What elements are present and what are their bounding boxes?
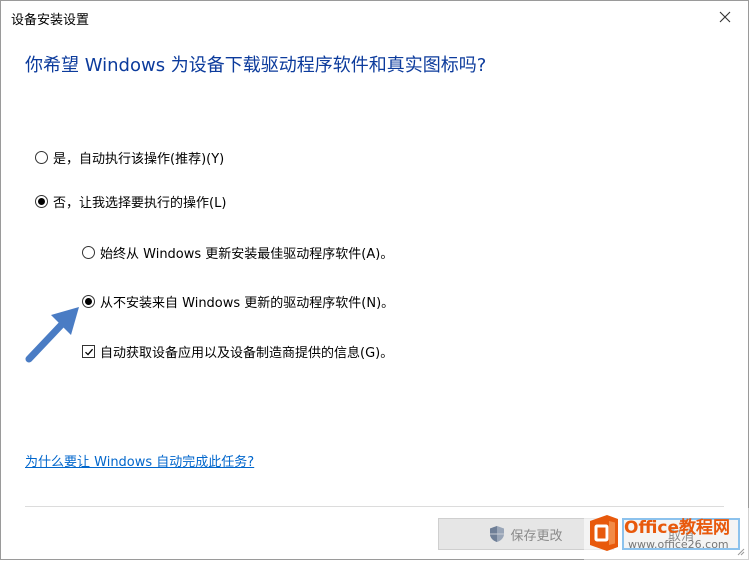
watermark: Office教程网 www.office26.com: [584, 508, 750, 561]
dialog-heading: 你希望 Windows 为设备下载驱动程序软件和真实图标吗?: [25, 55, 487, 76]
window-title: 设备安装设置: [11, 13, 90, 28]
title-bar: 设备安装设置: [1, 1, 748, 35]
save-changes-label: 保存更改: [510, 528, 563, 544]
option-always-radio[interactable]: 始终从 Windows 更新安装最佳驱动程序软件(A)。: [82, 243, 393, 262]
device-installation-settings-dialog: 设备安装设置 你希望 Windows 为设备下载驱动程序软件和真实图标吗? 是，…: [0, 0, 750, 561]
option-never-label: 从不安装来自 Windows 更新的驱动程序软件(N)。: [100, 296, 395, 311]
option-no-label: 否，让我选择要执行的操作(L): [53, 196, 227, 211]
office-logo-icon: [590, 515, 618, 551]
radio-yes[interactable]: [35, 151, 48, 164]
close-button[interactable]: [702, 1, 748, 33]
resize-grip-icon[interactable]: [735, 546, 745, 556]
watermark-brand: Office教程网: [624, 518, 731, 538]
separator: [25, 506, 724, 507]
option-never-radio[interactable]: 从不安装来自 Windows 更新的驱动程序软件(N)。: [82, 292, 394, 311]
pointer-arrow-icon: [25, 307, 79, 363]
checkmark-icon: [84, 348, 93, 356]
close-icon: [719, 11, 731, 23]
radio-no[interactable]: [35, 195, 48, 208]
option-yes-radio[interactable]: 是，自动执行该操作(推荐)(Y): [35, 148, 224, 167]
radio-always[interactable]: [82, 246, 95, 259]
option-always-label: 始终从 Windows 更新安装最佳驱动程序软件(A)。: [100, 247, 394, 262]
option-no-radio[interactable]: 否，让我选择要执行的操作(L): [35, 192, 226, 211]
watermark-url: www.office26.com: [628, 538, 729, 551]
option-yes-label: 是，自动执行该操作(推荐)(Y): [53, 152, 225, 167]
uac-shield-icon: [490, 526, 505, 542]
why-windows-auto-link[interactable]: 为什么要让 Windows 自动完成此任务?: [25, 451, 254, 470]
option-auto-info-label: 自动获取设备应用以及设备制造商提供的信息(G)。: [100, 346, 394, 361]
option-auto-info-checkbox[interactable]: 自动获取设备应用以及设备制造商提供的信息(G)。: [82, 342, 393, 361]
